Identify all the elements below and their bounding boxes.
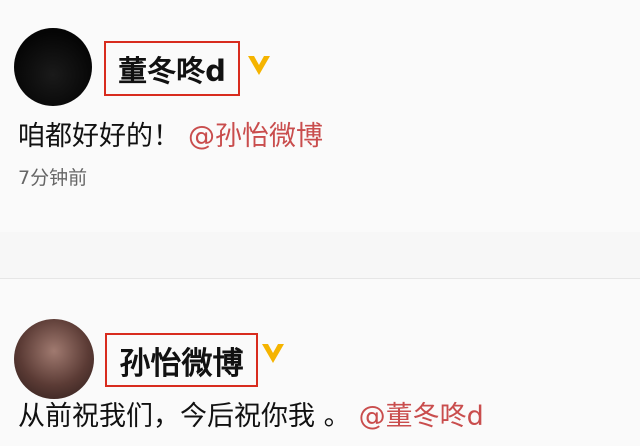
verified-badge-icon bbox=[262, 344, 284, 363]
timestamp: 7分钟前 bbox=[18, 167, 88, 189]
post-text: 咱都好好的！ @孙怡微博 bbox=[18, 114, 323, 153]
username-highlight-box: 董冬咚d bbox=[104, 41, 240, 96]
post-text-body: 从前祝我们，今后祝你我 。 bbox=[18, 401, 351, 432]
post-text: 从前祝我们，今后祝你我 。 @董冬咚d bbox=[18, 394, 484, 433]
avatar[interactable] bbox=[14, 319, 94, 399]
username[interactable]: 董冬咚d bbox=[118, 48, 226, 90]
username[interactable]: 孙怡微博 bbox=[120, 338, 244, 383]
avatar[interactable] bbox=[14, 28, 92, 106]
post-text-body: 咱都好好的！ bbox=[18, 121, 180, 152]
username-highlight-box: 孙怡微博 bbox=[105, 333, 258, 387]
verified-badge-icon bbox=[248, 56, 270, 75]
mention-link[interactable]: @董冬咚d bbox=[359, 401, 484, 432]
mention-link[interactable]: @孙怡微博 bbox=[188, 121, 323, 152]
post-card-1: 董冬咚d 咱都好好的！ @孙怡微博 7分钟前 bbox=[0, 0, 640, 232]
